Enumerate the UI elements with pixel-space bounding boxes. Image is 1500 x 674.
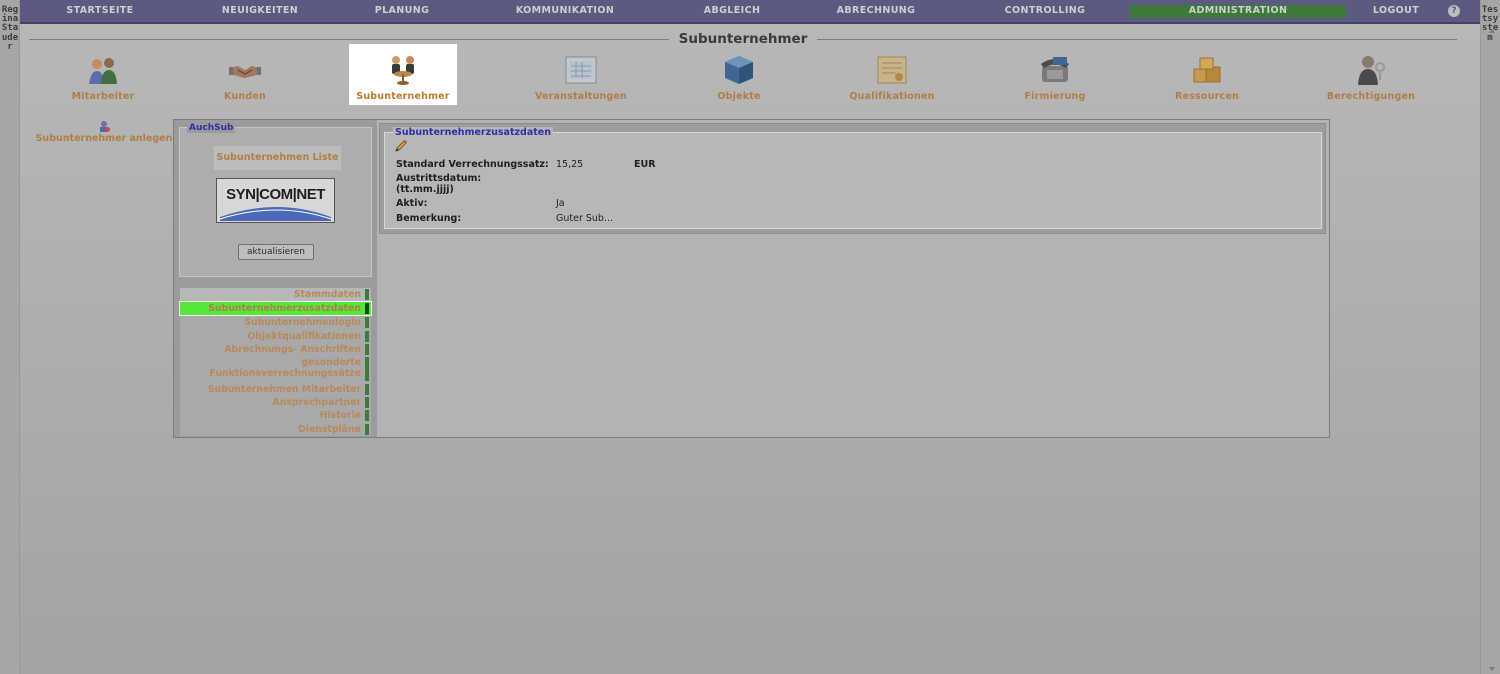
nav-startseite[interactable]: STARTSEITE	[50, 4, 150, 18]
cube-icon	[725, 56, 753, 84]
nav-logout[interactable]: LOGOUT	[1356, 4, 1436, 18]
module-veranstaltungen[interactable]: Veranstaltungen	[527, 44, 635, 105]
pencil-icon[interactable]	[394, 139, 408, 153]
right-system-strip: Testsystem	[1480, 0, 1500, 674]
logo-text: SYN|COM|NET	[226, 186, 325, 203]
question-icon[interactable]: ?	[1448, 5, 1460, 17]
title-divider-left	[29, 39, 669, 40]
calendar-grid-icon	[565, 56, 597, 84]
module-mitarbeiter[interactable]: Mitarbeiter	[49, 44, 157, 105]
add-person-icon	[100, 121, 110, 132]
module-label: Kunden	[224, 91, 266, 102]
tab-subunternehmenlogin[interactable]: Subunternehmenlogin	[180, 316, 371, 330]
tab-label-line2: Funktionsverrechnungssätze	[209, 368, 361, 380]
details-legend: Subunternehmerzusatzdaten	[393, 127, 553, 138]
module-kunden[interactable]: Kunden	[191, 44, 299, 105]
nav-neuigkeiten[interactable]: NEUIGKEITEN	[210, 4, 310, 18]
subcontractor-icon	[392, 56, 414, 85]
subcontractor-fieldset: AuchSub Subunternehmen Liste SYN|COM|NET…	[179, 123, 372, 277]
subcontractor-left-panel: AuchSub Subunternehmen Liste SYN|COM|NET…	[173, 119, 378, 438]
refresh-button[interactable]: aktualisieren	[238, 244, 314, 260]
tab-ansprechpartner[interactable]: Ansprechpartner	[180, 396, 371, 410]
tab-objektqualifikationen[interactable]: Objektqualifikationen	[180, 329, 371, 343]
tab-abrechnungs-anschriften[interactable]: Abrechnungs- Anschriften	[180, 342, 371, 356]
nav-kommunikation[interactable]: KOMMUNIKATION	[505, 4, 625, 18]
system-name-vertical: Testsystem	[1481, 5, 1499, 43]
module-label: Qualifikationen	[849, 91, 935, 102]
company-logo: SYN|COM|NET	[216, 178, 335, 223]
module-label: Veranstaltungen	[534, 91, 628, 102]
tab-funktionsverrechnungssaetze[interactable]: gesonderte Funktionsverrechnungssätze	[180, 355, 371, 383]
module-label: Ressourcen	[1175, 91, 1239, 102]
nav-administration[interactable]: ADMINISTRATION	[1130, 4, 1346, 18]
module-berechtigungen[interactable]: Berechtigungen	[1317, 44, 1425, 105]
fieldset-legend: AuchSub	[187, 123, 236, 133]
tab-subunternehmen-mitarbeiter[interactable]: Subunternehmen Mitarbeiter	[180, 382, 371, 397]
handshake-icon	[229, 66, 261, 78]
scroll-down-arrow[interactable]	[1489, 667, 1495, 671]
subcontractor-tab-list: Stammdaten Subunternehmerzusatzdaten Sub…	[179, 288, 372, 436]
module-label: Berechtigungen	[1326, 91, 1416, 102]
module-label: Firmierung	[1024, 91, 1086, 102]
rate-unit: EUR	[634, 159, 656, 170]
rate-value: 15,25	[556, 159, 584, 170]
nav-planung[interactable]: PLANUNG	[352, 4, 452, 18]
active-label: Aktiv:	[396, 198, 428, 209]
details-fieldset: Subunternehmerzusatzdaten Standard Verre…	[384, 127, 1322, 229]
certificate-icon	[877, 56, 907, 84]
tab-label-line1: gesonderte	[301, 356, 361, 368]
note-value: Guter Sub...	[556, 213, 614, 224]
boxes-icon	[1193, 57, 1221, 83]
tab-subunternehmerzusatzdaten[interactable]: Subunternehmerzusatzdaten	[179, 301, 372, 317]
module-ressourcen[interactable]: Ressourcen	[1153, 44, 1261, 105]
module-firmierung[interactable]: Firmierung	[1001, 44, 1109, 105]
details-panel: Subunternehmerzusatzdaten Standard Verre…	[377, 119, 1330, 438]
tab-historie[interactable]: Historie	[180, 409, 371, 423]
tab-dienstplaene[interactable]: Dienstpläne	[180, 422, 371, 436]
nav-abgleich[interactable]: ABGLEICH	[682, 4, 782, 18]
nav-controlling[interactable]: CONTROLLING	[993, 4, 1097, 18]
exit-date-label-line2: (tt.mm.jjjj)	[396, 184, 454, 195]
user-name-vertical: Regina Stauder	[1, 5, 19, 52]
scroll-up-arrow[interactable]	[1489, 29, 1495, 33]
rate-label: Standard Verrechnungssatz:	[396, 159, 549, 170]
top-navigation: STARTSEITE NEUIGKEITEN PLANUNG KOMMUNIKA…	[20, 0, 1480, 24]
nav-abrechnung[interactable]: ABRECHNUNG	[826, 4, 926, 18]
new-subcontractor-label: Subunternehmer anlegen	[35, 133, 173, 144]
exit-date-label: Austrittsdatum: (tt.mm.jjjj)	[396, 173, 556, 195]
module-label: Subunternehmer	[356, 91, 450, 102]
tab-stammdaten[interactable]: Stammdaten	[180, 288, 371, 302]
users-icon	[89, 58, 117, 84]
module-label: Mitarbeiter	[71, 91, 135, 102]
main-area: STARTSEITE NEUIGKEITEN PLANUNG KOMMUNIKA…	[20, 0, 1480, 674]
telephone-icon	[1041, 57, 1069, 82]
module-label: Objekte	[717, 91, 761, 102]
module-subunternehmer[interactable]: Subunternehmer	[349, 44, 457, 105]
title-divider-right	[817, 39, 1457, 40]
new-subcontractor-link[interactable]: Subunternehmer anlegen	[30, 120, 178, 144]
module-qualifikationen[interactable]: Qualifikationen	[838, 44, 946, 105]
details-box: Subunternehmerzusatzdaten Standard Verre…	[379, 123, 1326, 234]
person-key-icon	[1358, 56, 1385, 85]
subcontractor-list-button[interactable]: Subunternehmen Liste	[213, 145, 342, 171]
active-value: Ja	[556, 198, 565, 209]
left-user-strip: Regina Stauder	[0, 0, 20, 674]
module-objekte[interactable]: Objekte	[685, 44, 793, 105]
exit-date-label-line1: Austrittsdatum:	[396, 173, 482, 184]
note-label: Bemerkung:	[396, 213, 462, 224]
